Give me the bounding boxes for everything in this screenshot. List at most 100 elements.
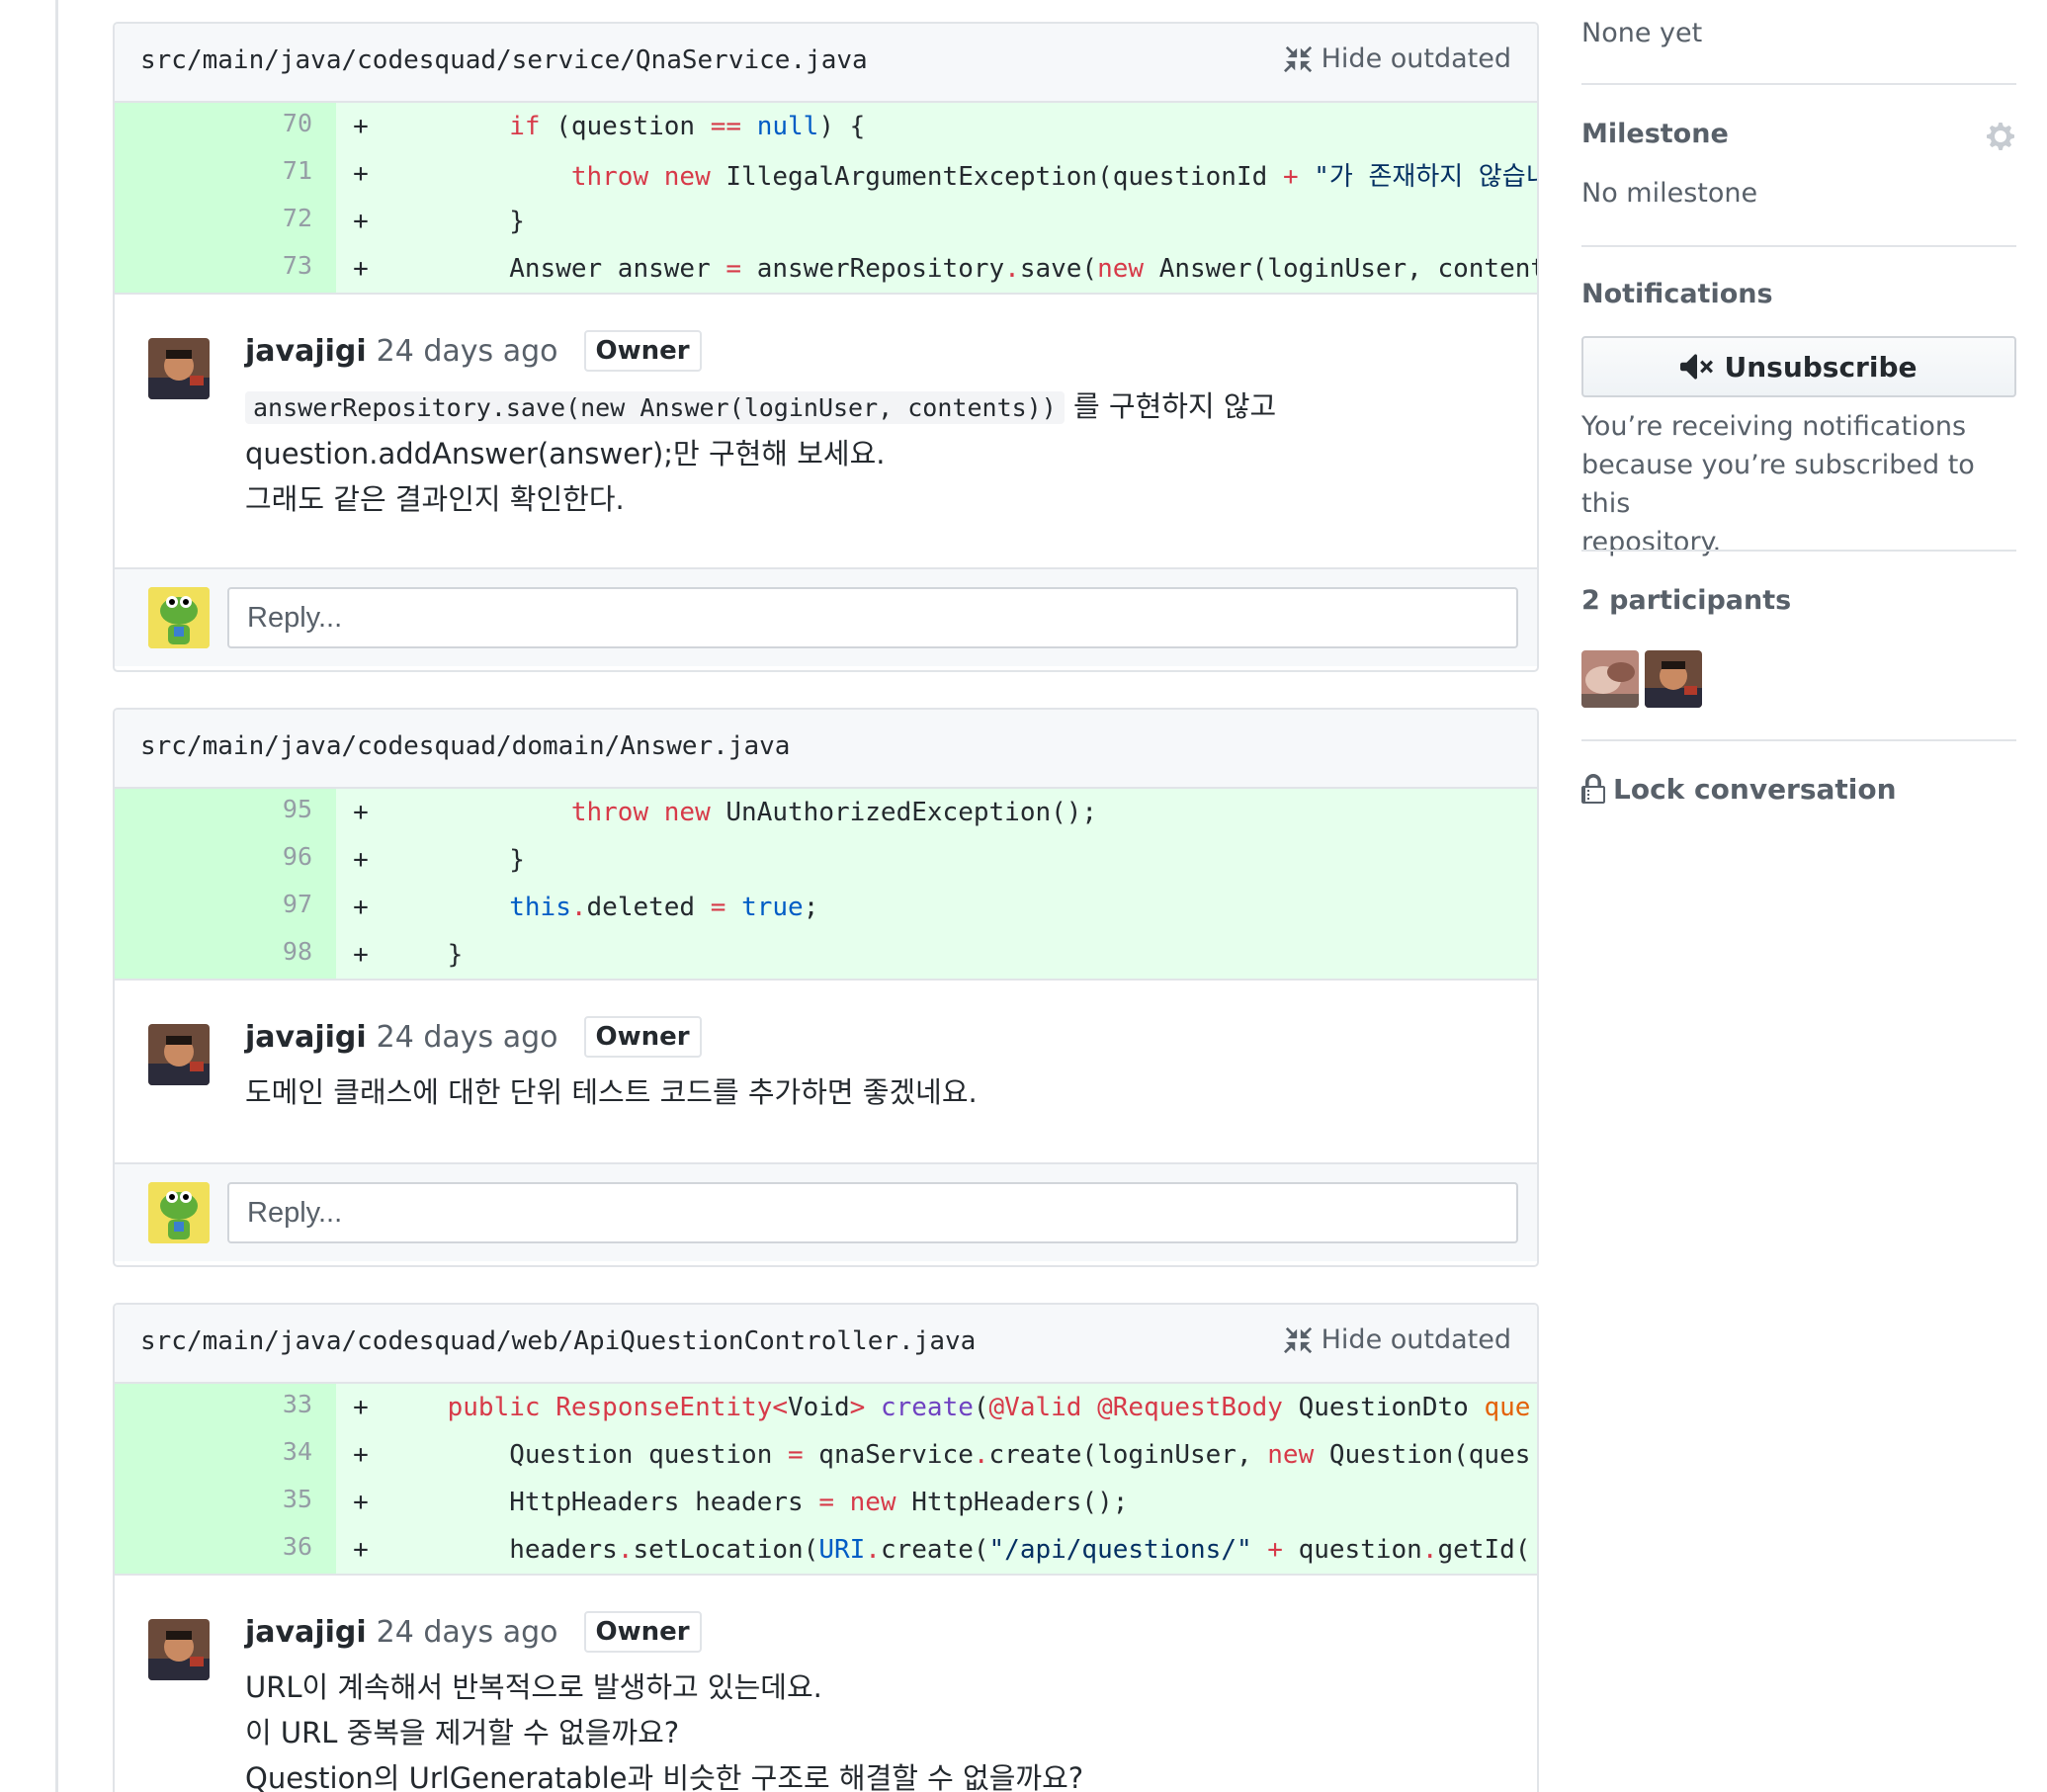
- unsubscribe-button[interactable]: Unsubscribe: [1581, 336, 2016, 397]
- code-line: }: [509, 207, 525, 236]
- line-number[interactable]: 33: [115, 1384, 336, 1431]
- file-path[interactable]: src/main/java/codesquad/web/ApiQuestionC…: [140, 1326, 976, 1356]
- review-thread-apiquestioncontroller: src/main/java/codesquad/web/ApiQuestionC…: [113, 1303, 1539, 1792]
- participants-title: 2 participants: [1581, 585, 1792, 616]
- review-comment: javajigi 24 days ago Owner answerReposit…: [115, 293, 1537, 567]
- diff-line: 97 + this.deleted = true;: [115, 884, 1537, 931]
- comment-time[interactable]: 24 days ago: [377, 1615, 558, 1650]
- current-user-avatar[interactable]: [148, 1182, 210, 1243]
- divider: [1581, 739, 2016, 741]
- diff-sign: +: [353, 159, 369, 189]
- notification-reason: You’re receiving notifications because y…: [1581, 411, 1975, 557]
- fold-icon: [1283, 45, 1312, 72]
- code-line: headers.setLocation(URI.create("/api/que…: [509, 1535, 1531, 1565]
- author-name[interactable]: javajigi: [245, 1615, 367, 1650]
- diff-hunk: 70 + if (question == null) { 71 + throw …: [115, 103, 1537, 293]
- line-number[interactable]: 96: [115, 836, 336, 884]
- comment-time[interactable]: 24 days ago: [377, 334, 558, 369]
- current-user-avatar[interactable]: [148, 587, 210, 648]
- inline-code: answerRepository.save(new Answer(loginUs…: [245, 391, 1065, 424]
- line-number[interactable]: 73: [115, 245, 336, 293]
- lock-conversation-button[interactable]: Lock conversation: [1581, 773, 1897, 806]
- reply-input[interactable]: Reply...: [227, 587, 1518, 648]
- code-line: if (question == null) {: [509, 112, 866, 141]
- diff-line: 70 + if (question == null) {: [115, 103, 1537, 150]
- notifications-title: Notifications: [1581, 279, 1773, 309]
- file-header: src/main/java/codesquad/service/QnaServi…: [115, 24, 1537, 103]
- owner-badge: Owner: [583, 1611, 702, 1653]
- divider: [1581, 83, 2016, 85]
- milestone-title[interactable]: Milestone: [1581, 119, 2016, 149]
- diff-line: 96 + }: [115, 836, 1537, 884]
- fold-icon: [1283, 1326, 1312, 1353]
- review-thread-answer: src/main/java/codesquad/domain/Answer.ja…: [113, 708, 1539, 1267]
- reply-row: Reply...: [115, 1162, 1537, 1261]
- diff-sign: +: [353, 893, 369, 922]
- line-number[interactable]: 95: [115, 789, 336, 836]
- owner-badge: Owner: [583, 1016, 702, 1058]
- code-line: Answer answer = answerRepository.save(ne…: [509, 254, 1537, 284]
- hide-outdated-label: Hide outdated: [1321, 1324, 1511, 1355]
- mute-icon: [1680, 354, 1714, 380]
- unsubscribe-label: Unsubscribe: [1724, 350, 1918, 384]
- comment-header: javajigi 24 days ago Owner: [245, 1611, 702, 1653]
- comment-time[interactable]: 24 days ago: [377, 1020, 558, 1055]
- diff-line: 36 + headers.setLocation(URI.create("/ap…: [115, 1526, 1537, 1574]
- code-line: }: [509, 845, 525, 875]
- owner-badge: Owner: [583, 330, 702, 372]
- code-line: Question question = qnaService.create(lo…: [509, 1440, 1531, 1470]
- lock-icon: [1581, 773, 1605, 804]
- line-number[interactable]: 72: [115, 198, 336, 245]
- hide-outdated-button[interactable]: Hide outdated: [1283, 1324, 1511, 1355]
- author-name[interactable]: javajigi: [245, 1020, 367, 1055]
- diff-hunk: 33 + public ResponseEntity<Void> create(…: [115, 1384, 1537, 1574]
- file-path[interactable]: src/main/java/codesquad/service/QnaServi…: [140, 45, 868, 75]
- diff-line: 34 + Question question = qnaService.crea…: [115, 1431, 1537, 1479]
- reply-row: Reply...: [115, 567, 1537, 666]
- code-line: throw new UnAuthorizedException();: [570, 798, 1098, 827]
- comment-body: 도메인 클래스에 대한 단위 테스트 코드를 추가하면 좋겠네요.: [245, 1075, 978, 1109]
- line-number[interactable]: 71: [115, 150, 336, 198]
- milestone-value: No milestone: [1581, 178, 1758, 209]
- participant-avatar[interactable]: [1581, 650, 1639, 708]
- file-header: src/main/java/codesquad/web/ApiQuestionC…: [115, 1305, 1537, 1384]
- comment-body: URL이 계속해서 반복적으로 발생하고 있는데요. 이 URL 중복을 제거할…: [245, 1670, 1084, 1792]
- file-header: src/main/java/codesquad/domain/Answer.ja…: [115, 710, 1537, 789]
- diff-sign: +: [353, 254, 369, 284]
- line-number[interactable]: 34: [115, 1431, 336, 1479]
- diff-sign: +: [353, 112, 369, 141]
- comment-header: javajigi 24 days ago Owner: [245, 1016, 702, 1058]
- reply-input[interactable]: Reply...: [227, 1182, 1518, 1243]
- divider: [1581, 245, 2016, 247]
- line-number[interactable]: 98: [115, 931, 336, 979]
- line-number[interactable]: 36: [115, 1526, 336, 1574]
- avatar[interactable]: [148, 338, 210, 399]
- diff-sign: +: [353, 1488, 369, 1517]
- gear-icon[interactable]: [1987, 121, 2018, 152]
- diff-sign: +: [353, 940, 369, 970]
- diff-hunk: 95 + throw new UnAuthorizedException(); …: [115, 789, 1537, 979]
- line-number[interactable]: 70: [115, 103, 336, 150]
- diff-sign: +: [353, 1535, 369, 1565]
- avatar[interactable]: [148, 1024, 210, 1085]
- author-name[interactable]: javajigi: [245, 334, 367, 369]
- avatar[interactable]: [148, 1619, 210, 1680]
- diff-line: 33 + public ResponseEntity<Void> create(…: [115, 1384, 1537, 1431]
- review-comment: javajigi 24 days ago Owner URL이 계속해서 반복적…: [115, 1574, 1537, 1792]
- diff-sign: +: [353, 1440, 369, 1470]
- diff-sign: +: [353, 845, 369, 875]
- diff-line: 71 + throw new IllegalArgumentException(…: [115, 150, 1537, 198]
- projects-value: None yet: [1581, 18, 1703, 48]
- diff-sign: +: [353, 207, 369, 236]
- hide-outdated-button[interactable]: Hide outdated: [1283, 43, 1511, 74]
- lock-label: Lock conversation: [1613, 773, 1897, 806]
- divider: [1581, 550, 2016, 552]
- participant-avatar[interactable]: [1645, 650, 1702, 708]
- line-number[interactable]: 35: [115, 1479, 336, 1526]
- file-path[interactable]: src/main/java/codesquad/domain/Answer.ja…: [140, 731, 790, 761]
- code-line: }: [447, 940, 464, 970]
- diff-line: 72 + }: [115, 198, 1537, 245]
- line-number[interactable]: 97: [115, 884, 336, 931]
- code-line: this.deleted = true;: [509, 893, 819, 922]
- code-line: public ResponseEntity<Void> create(@Vali…: [447, 1393, 1531, 1422]
